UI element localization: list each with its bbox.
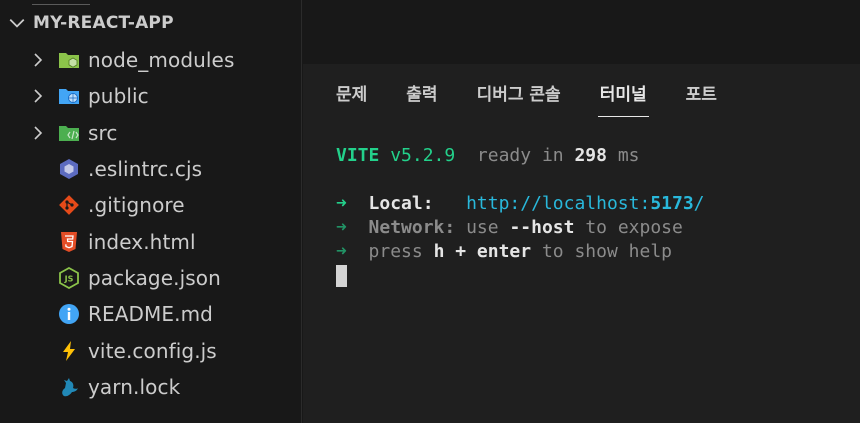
chevron-right-icon xyxy=(34,126,43,140)
git-icon xyxy=(58,194,80,216)
tree-item-label: .eslintrc.cjs xyxy=(88,157,203,182)
terminal-line-help: ➜ press h + enter to show help xyxy=(336,240,705,264)
tree-item-label: .gitignore xyxy=(88,193,185,218)
network-use: use xyxy=(466,217,499,238)
panel-content-area: 문제 출력 디버그 콘솔 터미널 포트 VITE v5.2.9 ready in… xyxy=(303,64,860,423)
tab-problems[interactable]: 문제 xyxy=(336,82,367,116)
nodejs-icon: JS xyxy=(58,266,80,289)
help-key: h + enter xyxy=(433,241,532,262)
tree-item-label: public xyxy=(88,84,149,109)
arrow-icon: ➜ xyxy=(336,241,347,262)
tree-item-node-modules[interactable]: node_modules xyxy=(0,42,301,78)
tab-terminal[interactable]: 터미널 xyxy=(597,82,649,117)
network-flag: --host xyxy=(509,217,575,238)
terminal-line-vite-ready: VITE v5.2.9 ready in 298 ms xyxy=(336,144,705,168)
local-url[interactable]: http://localhost:5173/ xyxy=(466,193,704,214)
tree-item-eslintrc[interactable]: .eslintrc.cjs xyxy=(0,151,301,187)
tree-item-index-html[interactable]: index.html xyxy=(0,223,301,259)
public-folder-icon xyxy=(58,85,80,107)
tree-item-gitignore[interactable]: .gitignore xyxy=(0,187,301,223)
file-tree: node_modules public src .eslintrc.cjs .g… xyxy=(0,42,301,405)
help-rest: to show help xyxy=(541,241,672,262)
explorer-section-title: MY-REACT-APP xyxy=(33,13,174,33)
tree-item-label: vite.config.js xyxy=(88,338,217,363)
ready-ms: 298 xyxy=(574,145,607,166)
ready-unit: ms xyxy=(617,145,640,166)
arrow-icon: ➜ xyxy=(336,217,347,238)
eslint-icon xyxy=(58,158,80,180)
tree-item-yarn-lock[interactable]: yarn.lock xyxy=(0,369,301,405)
tree-item-label: node_modules xyxy=(88,48,235,73)
tree-item-src[interactable]: src xyxy=(0,115,301,151)
vite-icon xyxy=(58,340,80,362)
terminal-line-local: ➜ Local: http://localhost:5173/ xyxy=(336,192,705,216)
tree-item-label: yarn.lock xyxy=(88,374,181,399)
terminal-line-network: ➜ Network: use --host to expose xyxy=(336,216,705,240)
html-icon xyxy=(58,231,80,253)
tab-debug-console[interactable]: 디버그 콘솔 xyxy=(477,82,561,116)
network-label: Network: xyxy=(368,217,456,238)
tree-item-vite-config[interactable]: vite.config.js xyxy=(0,332,301,368)
terminal-line-prompt xyxy=(336,264,705,288)
tab-ports[interactable]: 포트 xyxy=(686,82,717,116)
terminal-output[interactable]: VITE v5.2.9 ready in 298 ms ➜ Local: htt… xyxy=(336,144,705,288)
info-icon xyxy=(58,303,80,325)
tree-item-label: src xyxy=(88,120,118,145)
sidebar-divider xyxy=(32,4,90,5)
ready-text: ready in xyxy=(476,145,564,166)
tree-item-label: package.json xyxy=(88,265,221,290)
help-press: press xyxy=(368,241,423,262)
tree-item-label: README.md xyxy=(88,302,213,327)
explorer-section-header[interactable]: MY-REACT-APP xyxy=(0,8,301,38)
bottom-panel: 문제 출력 디버그 콘솔 터미널 포트 VITE v5.2.9 ready in… xyxy=(303,0,860,423)
chevron-right-icon xyxy=(34,53,43,67)
local-label: Local: xyxy=(368,193,434,214)
tab-output[interactable]: 출력 xyxy=(406,82,437,116)
tree-item-public[interactable]: public xyxy=(0,78,301,114)
vite-version: v5.2.9 xyxy=(390,145,456,166)
explorer-sidebar: MY-REACT-APP node_modules public src .es… xyxy=(0,0,302,423)
panel-tabs: 문제 출력 디버그 콘솔 터미널 포트 xyxy=(336,82,756,117)
tree-item-package-json[interactable]: JS package.json xyxy=(0,260,301,296)
yarn-icon xyxy=(58,376,80,398)
chevron-right-icon xyxy=(34,89,43,104)
tree-item-readme[interactable]: README.md xyxy=(0,296,301,332)
chevron-down-icon xyxy=(9,18,25,28)
network-rest: to expose xyxy=(585,217,683,238)
src-folder-icon xyxy=(58,122,80,144)
vite-label: VITE xyxy=(336,145,380,166)
terminal-cursor xyxy=(336,265,347,287)
tree-item-label: index.html xyxy=(88,229,196,254)
svg-text:JS: JS xyxy=(64,274,74,283)
node-modules-folder-icon xyxy=(58,49,80,71)
arrow-icon: ➜ xyxy=(336,193,347,214)
